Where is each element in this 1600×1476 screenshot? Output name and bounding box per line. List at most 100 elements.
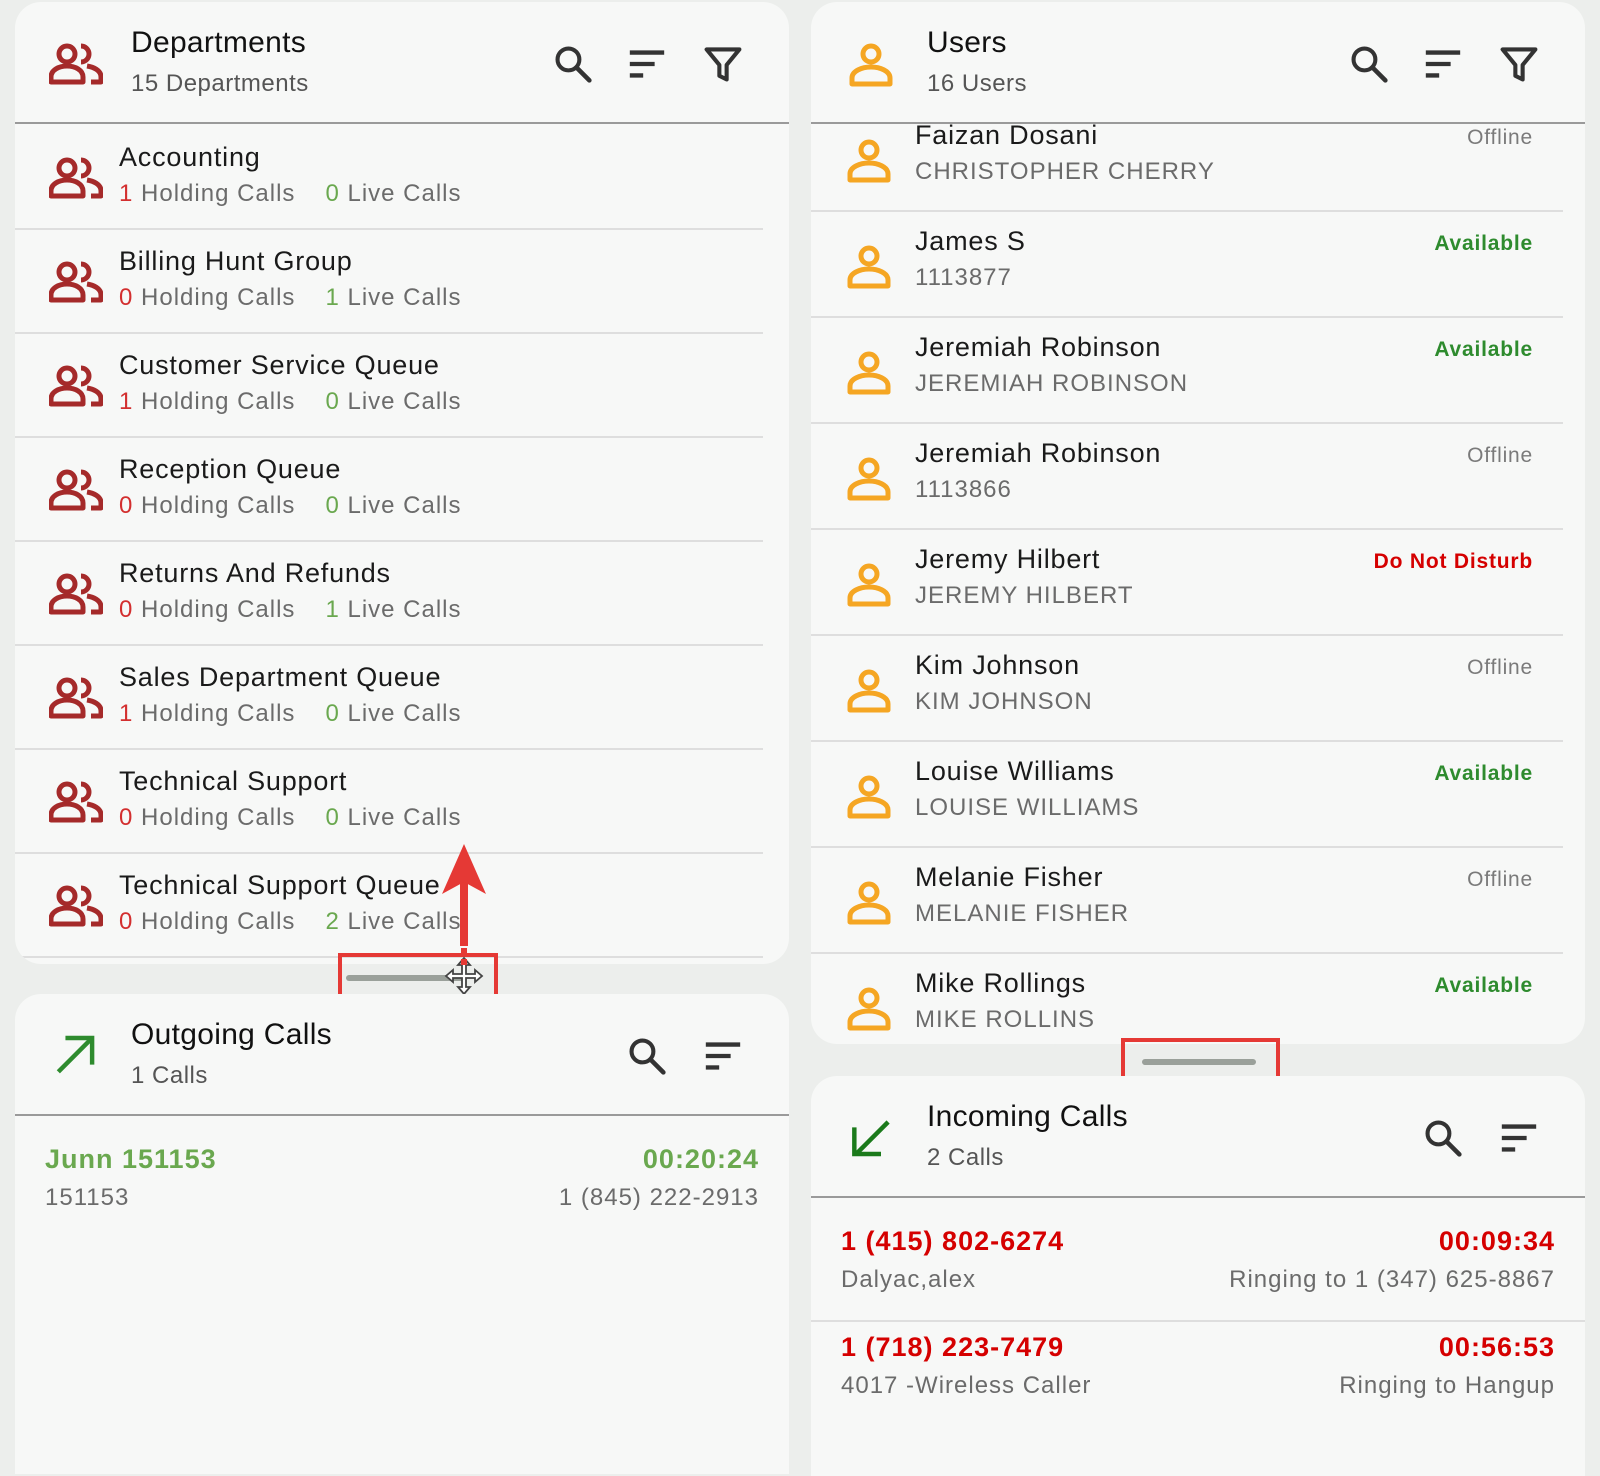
user-row[interactable]: Jeremiah Robinson 1113866 Offline — [811, 424, 1563, 530]
user-row[interactable]: Jeremy Hilbert JEREMY HILBERT Do Not Distu… — [811, 530, 1563, 636]
departments-search-button[interactable] — [551, 42, 595, 86]
departments-filter-button[interactable] — [701, 42, 745, 86]
live-count: 0 — [325, 180, 340, 207]
user-row[interactable]: Jeremiah Robinson JEREMIAH ROBINSON Availa… — [811, 318, 1563, 424]
person-icon — [845, 242, 893, 290]
user-row[interactable]: Melanie Fisher MELANIE FISHER Offline — [811, 848, 1563, 954]
incoming-call-number: 1 (718) 223-7479 — [841, 1332, 1065, 1362]
user-status-badge: Offline — [1467, 444, 1533, 467]
group-icon — [49, 258, 103, 306]
department-row[interactable]: Accounting 1 Holding Calls 0 Live Calls — [15, 124, 763, 230]
departments-sort-button[interactable] — [625, 42, 669, 86]
person-icon — [845, 454, 893, 502]
holding-count: 1 — [119, 700, 134, 727]
department-name: Accounting — [119, 142, 261, 172]
outgoing-call-destination: 1 (845) 222-2913 — [558, 1184, 759, 1211]
live-label: Live Calls — [347, 388, 462, 415]
live-count: 0 — [325, 804, 340, 831]
live-count: 0 — [325, 492, 340, 519]
user-status-badge: Available — [1434, 232, 1533, 255]
incoming-call-item[interactable]: 1 (718) 223-7479 4017 -Wireless Caller 0… — [811, 1322, 1585, 1426]
incoming-call-destination: Ringing to 1 (347) 625-8867 — [1229, 1266, 1555, 1293]
users-sort-button[interactable] — [1421, 42, 1465, 86]
department-stats: 1 Holding Calls 0 Live Calls — [119, 180, 462, 208]
user-row[interactable]: Mike Rollings MIKE ROLLINS Available — [811, 954, 1563, 1044]
user-name: Faizan Dosani — [915, 120, 1098, 150]
group-icon — [49, 882, 103, 930]
group-icon — [49, 778, 103, 826]
department-stats: 1 Holding Calls 0 Live Calls — [119, 700, 462, 728]
user-extension: LOUISE WILLIAMS — [915, 794, 1140, 821]
user-row[interactable]: James S 1113877 Available — [811, 212, 1563, 318]
filter-icon — [1499, 44, 1539, 84]
outgoing-call-duration: 00:20:24 — [642, 1144, 759, 1174]
holding-count: 1 — [119, 388, 134, 415]
outgoing-sort-button[interactable] — [701, 1034, 745, 1078]
department-row[interactable]: Returns And Refunds 0 Holding Calls 1 Live… — [15, 540, 763, 646]
outgoing-call-number: 151153 — [45, 1184, 130, 1211]
user-extension: 1113866 — [915, 476, 1012, 503]
incoming-call-item[interactable]: 1 (415) 802-6274 Dalyac,alex 00:09:34 Ri… — [811, 1216, 1585, 1322]
department-row[interactable]: Sales Department Queue 1 Holding Calls 0 L… — [15, 644, 763, 750]
search-icon — [627, 1036, 667, 1076]
department-row[interactable]: Technical Support Queue 0 Holding Calls 2 … — [15, 852, 763, 958]
incoming-count: 2 Calls — [927, 1144, 1004, 1171]
sort-icon — [626, 43, 668, 85]
user-name: Louise Williams — [915, 756, 1115, 786]
user-extension: MIKE ROLLINS — [915, 1006, 1096, 1033]
group-icon — [49, 570, 103, 618]
person-icon — [845, 666, 893, 714]
outgoing-call-item[interactable]: Junn 151153 151153 00:20:24 1 (845) 222-… — [15, 1134, 789, 1214]
live-label: Live Calls — [347, 180, 462, 207]
user-name: Jeremiah Robinson — [915, 438, 1162, 468]
user-row[interactable]: Faizan Dosani CHRISTOPHER CHERRY Offline — [811, 106, 1563, 212]
incoming-call-number: 1 (415) 802-6274 — [841, 1226, 1065, 1256]
department-row[interactable]: Technical Support 0 Holding Calls 0 Live C… — [15, 748, 763, 854]
live-label: Live Calls — [347, 492, 462, 519]
group-icon — [49, 466, 103, 514]
user-name: James S — [915, 226, 1026, 256]
live-count: 1 — [325, 596, 340, 623]
users-search-button[interactable] — [1347, 42, 1391, 86]
department-stats: 1 Holding Calls 0 Live Calls — [119, 388, 462, 416]
incoming-header: Incoming Calls 2 Calls — [811, 1076, 1585, 1198]
outgoing-call-name: Junn 151153 — [45, 1144, 217, 1174]
incoming-sort-button[interactable] — [1497, 1116, 1541, 1160]
user-extension: MELANIE FISHER — [915, 900, 1130, 927]
department-name: Sales Department Queue — [119, 662, 442, 692]
user-row[interactable]: Kim Johnson KIM JOHNSON Offline — [811, 636, 1563, 742]
live-count: 0 — [325, 388, 340, 415]
outgoing-search-button[interactable] — [625, 1034, 669, 1078]
person-icon — [845, 772, 893, 820]
holding-count: 0 — [119, 596, 134, 623]
group-icon — [49, 40, 103, 88]
live-label: Live Calls — [347, 700, 462, 727]
user-status-badge: Available — [1434, 974, 1533, 997]
users-count: 16 Users — [927, 70, 1028, 97]
incoming-call-duration: 00:56:53 — [1438, 1332, 1555, 1362]
department-row[interactable]: Reception Queue 0 Holding Calls 0 Live Cal… — [15, 436, 763, 542]
resize-handle-users-incoming[interactable] — [1142, 1059, 1256, 1065]
user-status-badge: Offline — [1467, 656, 1533, 679]
department-name: Technical Support Queue — [119, 870, 441, 900]
user-extension: JEREMY HILBERT — [915, 582, 1134, 609]
live-label: Live Calls — [347, 804, 462, 831]
outgoing-title: Outgoing Calls — [131, 1018, 332, 1051]
users-filter-button[interactable] — [1497, 42, 1541, 86]
holding-label: Holding Calls — [141, 596, 296, 623]
group-icon — [49, 674, 103, 722]
user-status-badge: Available — [1434, 338, 1533, 361]
outgoing-header: Outgoing Calls 1 Calls — [15, 994, 789, 1116]
group-icon — [49, 154, 103, 202]
user-extension: 1113877 — [915, 264, 1012, 291]
incoming-search-button[interactable] — [1421, 1116, 1465, 1160]
users-title: Users — [927, 26, 1007, 59]
department-row[interactable]: Billing Hunt Group 0 Holding Calls 1 Live … — [15, 228, 763, 334]
incoming-calls-panel: Incoming Calls 2 Calls 1 (415) 802-6274 … — [811, 1076, 1585, 1476]
user-status-badge: Offline — [1467, 126, 1533, 149]
user-row[interactable]: Louise Williams LOUISE WILLIAMS Available — [811, 742, 1563, 848]
holding-label: Holding Calls — [141, 180, 296, 207]
department-row[interactable]: Customer Service Queue 1 Holding Calls 0 L… — [15, 332, 763, 438]
department-name: Technical Support — [119, 766, 348, 796]
live-count: 2 — [325, 908, 340, 935]
